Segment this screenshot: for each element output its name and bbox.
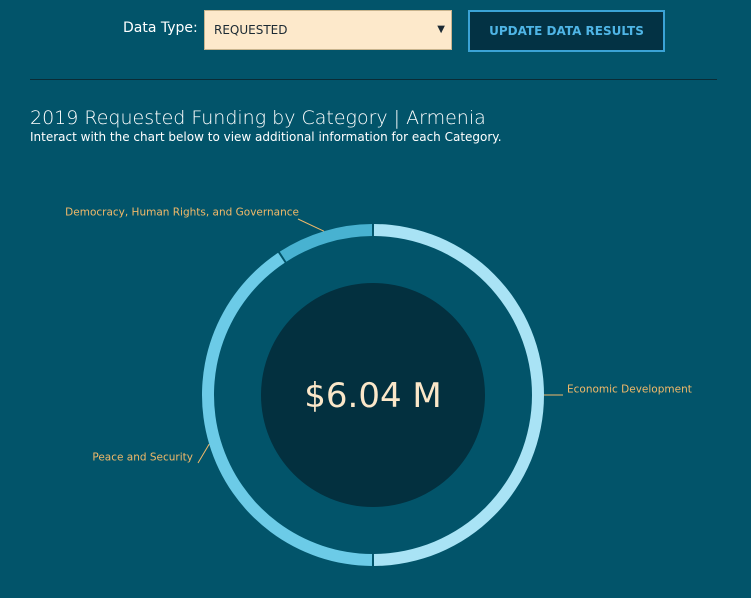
total-amount: $6.04 M	[304, 376, 441, 416]
slice-label: Economic Development	[567, 383, 692, 395]
leader-line	[297, 218, 325, 232]
leader-line	[197, 443, 210, 464]
donut-chart: Economic Development Peace and Security De…	[65, 206, 692, 566]
slice-label: Democracy, Human Rights, and Governance	[65, 206, 299, 218]
slice-democracy-human-rights-and-governance[interactable]	[279, 224, 373, 262]
slice-label: Peace and Security	[92, 451, 193, 463]
